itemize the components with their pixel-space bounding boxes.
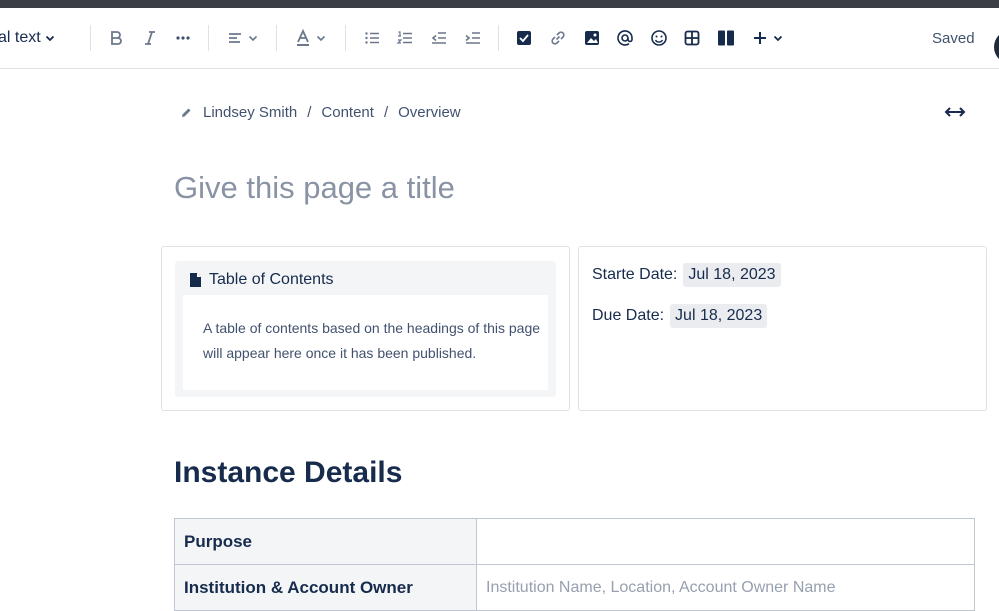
start-date-value[interactable]: Jul 18, 2023 [683,263,781,287]
chevron-down-icon [45,35,54,42]
action-item-button[interactable] [514,8,534,68]
insert-table-button[interactable] [682,8,702,68]
image-icon [585,31,599,45]
toolbar-divider [90,25,91,51]
instance-details-table: Purpose Institution & Account Owner Inst… [174,518,975,611]
italic-icon [145,31,155,45]
start-date-label: Starte Date: [592,266,678,283]
section-heading[interactable]: Instance Details [174,456,402,490]
layouts-button[interactable] [716,8,736,68]
indent-icon [465,32,480,44]
text-style-label: al text [0,29,41,46]
toc-title: Table of Contents [209,271,334,288]
bold-button[interactable] [106,8,126,68]
window-top-bar [0,0,999,8]
table-row: Purpose [174,518,975,565]
breadcrumb-item[interactable]: Content [321,104,374,121]
text-color-icon [297,29,309,46]
due-date-row: Due Date: Jul 18, 2023 [592,304,768,328]
breadcrumb-item[interactable]: Lindsey Smith [203,104,297,121]
italic-button[interactable] [140,8,160,68]
saved-status: Saved [932,29,975,47]
link-icon [551,31,565,45]
table-icon [684,30,700,46]
more-icon [176,36,190,40]
pencil-icon [182,108,191,117]
toc-macro[interactable]: Table of Contents A table of contents ba… [175,261,556,397]
toc-description: A table of contents based on the heading… [203,320,541,361]
toc-body: A table of contents based on the heading… [183,295,548,390]
at-sign-icon [617,30,633,46]
toc-layout-column[interactable]: Table of Contents A table of contents ba… [161,246,570,411]
dates-layout-column[interactable]: Starte Date: Jul 18, 2023 Due Date: Jul … [578,246,987,411]
insert-link-button[interactable] [548,8,568,68]
editor-toolbar: al text Saved [0,8,999,69]
toolbar-divider [276,25,277,51]
breadcrumb-separator: / [307,103,312,121]
numbered-list-button[interactable] [395,8,415,68]
table-header-cell[interactable]: Institution & Account Owner [174,564,477,611]
alignment-dropdown[interactable] [226,8,258,68]
columns-layout-icon [718,30,734,46]
toolbar-divider [498,25,499,51]
breadcrumb: Lindsey Smith / Content / Overview [180,103,461,121]
toolbar-divider [208,25,209,51]
toolbar-divider [345,25,346,51]
mention-button[interactable] [615,8,635,68]
avatar[interactable] [994,30,999,64]
full-width-toggle-icon[interactable] [944,104,966,120]
emoji-icon [651,30,667,46]
breadcrumb-separator: / [383,103,389,121]
due-date-value[interactable]: Jul 18, 2023 [670,304,768,328]
more-formatting-button[interactable] [173,8,193,68]
insert-more-dropdown[interactable] [751,8,783,68]
table-header-cell[interactable]: Purpose [174,518,477,565]
indent-button[interactable] [463,8,483,68]
table-cell[interactable] [476,518,975,565]
chevron-down-icon [316,35,326,42]
document-icon [190,273,201,287]
chevron-down-icon [773,35,783,42]
bold-icon [111,31,122,45]
align-left-icon [229,33,241,43]
start-date-row: Starte Date: Jul 18, 2023 [592,263,781,287]
checkbox-icon [517,31,531,45]
text-color-dropdown[interactable] [294,8,326,68]
chevron-down-icon [248,35,258,42]
table-row: Institution & Account Owner Institution … [174,564,975,611]
plus-icon [754,32,766,44]
bullet-list-icon [365,32,379,44]
due-date-label: Due Date: [592,307,665,324]
emoji-button[interactable] [649,8,669,68]
toc-header: Table of Contents [189,270,334,290]
numbered-list-icon [396,31,412,44]
page-title-input[interactable]: Give this page a title [174,170,455,206]
breadcrumb-item[interactable]: Overview [398,104,461,121]
table-cell[interactable]: Institution Name, Location, Account Owne… [476,564,975,611]
outdent-icon [431,32,446,44]
text-style-dropdown[interactable]: al text [0,8,55,68]
outdent-button[interactable] [429,8,449,68]
bullet-list-button[interactable] [362,8,382,68]
insert-image-button[interactable] [582,8,602,68]
